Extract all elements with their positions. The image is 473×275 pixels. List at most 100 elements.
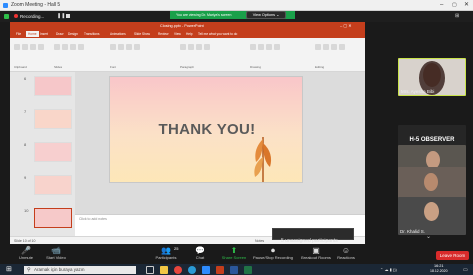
video-camera-icon: 📹 [51, 246, 61, 255]
ppt-ribbon: Clipboard Slides Font Paragraph Drawing Editi… [10, 38, 365, 72]
slide-thumbnails-pane: 6 7 8 9 10 [10, 72, 75, 244]
ppt-window-controls[interactable]: – ▢ ✕ [340, 22, 352, 30]
ribbon-button[interactable] [258, 44, 264, 50]
participant-face [424, 202, 439, 221]
ribbon-group-label: Drawing [250, 65, 262, 69]
ppt-tab[interactable]: File [14, 31, 23, 37]
notification-icon[interactable]: ▭ [463, 266, 468, 274]
ribbon-button[interactable] [110, 44, 116, 50]
word-taskbar-icon[interactable] [230, 266, 238, 274]
ppt-tab[interactable]: Design [66, 31, 80, 37]
minimize-button[interactable]: – [440, 0, 443, 11]
ribbon-button[interactable] [126, 44, 132, 50]
ribbon-button[interactable] [38, 44, 44, 50]
ribbon-button[interactable] [196, 44, 202, 50]
share-screen-label: Share Screen [221, 255, 247, 260]
ribbon-button[interactable] [180, 44, 186, 50]
taskbar-date: 18.12.2020 [430, 269, 448, 273]
slide-number: 10 [24, 208, 29, 213]
share-banner-text: You are viewing Dr. Mariya's screen [176, 13, 232, 17]
meeting-controls-bar: 🎤 Unmute 📹 Start Video 👥 Participants 25… [0, 244, 473, 264]
ribbon-group-label: Paragraph [180, 65, 195, 69]
taskbar-time: 16:21 [434, 264, 444, 268]
ribbon-button[interactable] [62, 44, 68, 50]
excel-taskbar-icon[interactable] [244, 266, 252, 274]
slide-thumbnail[interactable] [34, 142, 72, 162]
ribbon-button[interactable] [188, 44, 194, 50]
recording-dot-icon [14, 14, 18, 18]
window-title: Zoom Meeting - Hall 5 [11, 2, 61, 8]
ribbon-button[interactable] [134, 44, 140, 50]
ppt-ribbon-tabs: File Home Insert Draw Design Transitions Anima… [10, 30, 365, 38]
unassigned-participants-popup[interactable]: 5 unassigned participants [272, 228, 354, 244]
ribbon-button[interactable] [78, 44, 84, 50]
participant-tile[interactable]: Mrs. Ayesha Bibi [398, 58, 466, 96]
ribbon-button[interactable] [266, 44, 272, 50]
slide-thumbnail[interactable] [34, 109, 72, 129]
ppt-tab[interactable]: Draw [54, 31, 65, 37]
ppt-tab[interactable]: Review [156, 31, 170, 37]
ribbon-button[interactable] [250, 44, 256, 50]
ribbon-button[interactable] [204, 44, 210, 50]
powerpoint-taskbar-icon[interactable] [216, 266, 224, 274]
slide-thumbnail[interactable] [34, 76, 72, 96]
ribbon-button[interactable] [14, 44, 20, 50]
taskbar-search-input[interactable]: Aramak için buraya yazın [24, 266, 136, 274]
ribbon-button[interactable] [323, 44, 329, 50]
ppt-tab[interactable]: Tell me what you want to do [196, 31, 239, 37]
slide-number: 6 [24, 76, 27, 81]
edge-icon[interactable] [188, 266, 196, 274]
recording-button[interactable]: ⏺ Pause/Stop Recording [250, 246, 296, 262]
video-gallery: Mrs. Ayesha Bibi H-5 OBSERVER ✕ Dr. Ghaz… [390, 22, 473, 244]
participant-name: Mrs. Ayesha Bibi [401, 89, 435, 94]
ribbon-button[interactable] [331, 44, 337, 50]
ppt-tab[interactable]: Help [184, 31, 195, 37]
taskbar-search-placeholder: Aramak için buraya yazın [34, 267, 85, 272]
slide-thumbnail[interactable] [34, 175, 72, 195]
window-titlebar: Zoom Meeting - Hall 5 – ▢ ✕ [0, 0, 473, 11]
share-screen-button[interactable]: ⬆ Share Screen [214, 246, 254, 262]
ribbon-button[interactable] [22, 44, 28, 50]
maximize-button[interactable]: ▢ [452, 0, 457, 11]
leave-room-button[interactable]: Leave Room [436, 251, 469, 260]
ppt-tab[interactable]: Slide Show [132, 31, 152, 37]
ppt-tab[interactable]: Insert [38, 31, 50, 37]
gallery-view-icon[interactable]: ⊞ [455, 13, 459, 19]
file-explorer-icon[interactable] [160, 266, 168, 274]
ribbon-button[interactable] [118, 44, 124, 50]
gallery-scroll-down-icon[interactable]: ⌄ [426, 233, 431, 240]
start-video-button[interactable]: 📹 Start Video [36, 246, 76, 262]
ribbon-button[interactable] [54, 44, 60, 50]
ribbon-group-label: Font [110, 65, 117, 69]
pause-recording-icon[interactable]: ❚❚ [57, 11, 65, 22]
chrome-icon[interactable] [174, 266, 182, 274]
system-tray: ⌃ ☁ ▮ ))) [380, 267, 397, 272]
leaf-illustration-icon [254, 137, 272, 182]
shield-icon [4, 14, 9, 19]
ppt-tab[interactable]: View [172, 31, 183, 37]
ppt-tab[interactable]: Animations [108, 31, 128, 37]
slide-thumbnail[interactable] [34, 208, 72, 228]
ribbon-button[interactable] [315, 44, 321, 50]
zoom-taskbar-icon[interactable] [202, 266, 210, 274]
ppt-tab[interactable]: Transitions [82, 31, 101, 37]
ppt-titlebar: Closing.pptx - PowerPoint – ▢ ✕ [10, 22, 365, 30]
reactions-icon: ☺ [341, 246, 351, 255]
close-button[interactable]: ✕ [464, 0, 469, 11]
reactions-button[interactable]: ☺ Reactions [326, 246, 366, 262]
task-view-icon[interactable] [146, 266, 154, 274]
share-screen-icon: ⬆ [230, 246, 238, 255]
slide-number: 8 [24, 142, 27, 147]
search-icon: ⚲ [27, 267, 31, 273]
participant-tile[interactable]: Dr. Khalid S. [398, 197, 466, 235]
ribbon-button[interactable] [70, 44, 76, 50]
ribbon-button[interactable] [339, 44, 345, 50]
stop-recording-icon[interactable] [66, 14, 70, 18]
ppt-tab[interactable]: Home [26, 31, 39, 37]
view-options-button[interactable]: View Options ⌄ [246, 11, 286, 19]
windows-start-icon[interactable]: ⊞ [6, 266, 14, 274]
ribbon-button[interactable] [274, 44, 280, 50]
recording-label: Recording... [20, 14, 45, 19]
recording-button-label: Pause/Stop Recording [252, 255, 294, 260]
ribbon-button[interactable] [30, 44, 36, 50]
